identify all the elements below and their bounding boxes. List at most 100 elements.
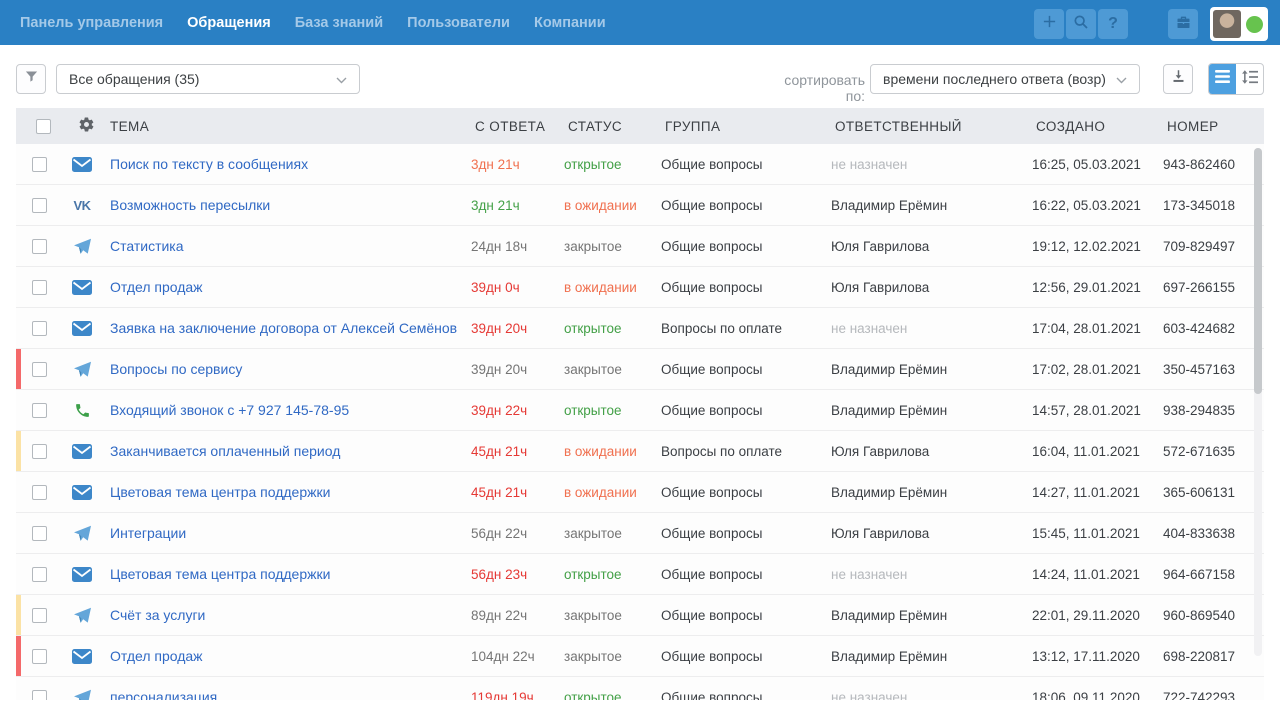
list-view-button[interactable]: [1209, 64, 1236, 94]
row-checkbox[interactable]: [32, 239, 47, 254]
ticket-topic-link[interactable]: Счёт за услуги: [110, 607, 205, 623]
table-row[interactable]: Заканчивается оплаченный период 45дн 21ч…: [16, 431, 1264, 472]
scrollbar-thumb[interactable]: [1254, 148, 1262, 394]
header-since-reply[interactable]: С ОТВЕТА: [467, 119, 560, 134]
header-created[interactable]: СОЗДАНО: [1028, 119, 1159, 134]
table-row[interactable]: Заявка на заключение договора от Алексей…: [16, 308, 1264, 349]
row-checkbox[interactable]: [32, 198, 47, 213]
header-topic[interactable]: ТЕМА: [102, 119, 467, 134]
row-checkbox[interactable]: [32, 362, 47, 377]
row-checkbox[interactable]: [32, 608, 47, 623]
sort-select-value: времени последнего ответа (возр): [883, 71, 1106, 87]
header-group[interactable]: ГРУППА: [657, 119, 827, 134]
ticket-topic-link[interactable]: Вопросы по сервису: [110, 361, 242, 377]
row-checkbox[interactable]: [32, 526, 47, 541]
search-icon: [1073, 14, 1089, 35]
user-menu[interactable]: [1210, 7, 1268, 41]
phone-icon: [74, 402, 91, 419]
workspace-button[interactable]: [1168, 9, 1198, 39]
since-reply-value: 56дн 23ч: [467, 567, 560, 582]
table-row[interactable]: Интеграции 56дн 22ч закрытое Общие вопро…: [16, 513, 1264, 554]
responsible-value: Владимир Ерёмин: [827, 362, 1028, 377]
priority-stripe: [16, 267, 21, 307]
row-checkbox[interactable]: [32, 157, 47, 172]
help-button[interactable]: ?: [1098, 9, 1128, 39]
nav-item-0[interactable]: Панель управления: [20, 15, 163, 31]
table-row[interactable]: Статистика 24дн 18ч закрытое Общие вопро…: [16, 226, 1264, 267]
priority-stripe: [16, 185, 21, 225]
nav-item-4[interactable]: Компании: [534, 15, 606, 31]
responsible-value: Юля Гаврилова: [827, 444, 1028, 459]
ticket-topic-link[interactable]: Отдел продаж: [110, 279, 203, 295]
ticket-topic-link[interactable]: Цветовая тема центра поддержки: [110, 484, 330, 500]
ticket-number: 404-833638: [1159, 526, 1264, 541]
nav-item-3[interactable]: Пользователи: [407, 15, 510, 31]
row-checkbox[interactable]: [32, 403, 47, 418]
ticket-topic-link[interactable]: Поиск по тексту в сообщениях: [110, 156, 308, 172]
header-status[interactable]: СТАТУС: [560, 119, 657, 134]
ticket-filter-select[interactable]: Все обращения (35): [56, 64, 360, 94]
chevron-down-icon: [336, 71, 347, 87]
row-checkbox[interactable]: [32, 567, 47, 582]
table-row[interactable]: Счёт за услуги 89дн 22ч закрытое Общие в…: [16, 595, 1264, 636]
header-number[interactable]: НОМЕР: [1159, 119, 1264, 134]
density-view-button[interactable]: [1236, 64, 1263, 94]
top-nav: Панель управления Обращения База знаний …: [0, 0, 1280, 45]
table-row[interactable]: Отдел продаж 104дн 22ч закрытое Общие во…: [16, 636, 1264, 677]
ticket-topic-link[interactable]: Заявка на заключение договора от Алексей…: [110, 320, 457, 336]
status-value: в ожидании: [560, 485, 657, 500]
table-row[interactable]: Цветовая тема центра поддержки 45дн 21ч …: [16, 472, 1264, 513]
toolbar: Все обращения (35) сортировать по: време…: [0, 45, 1280, 108]
export-button[interactable]: [1163, 64, 1193, 94]
priority-stripe: [16, 595, 21, 635]
row-checkbox[interactable]: [32, 649, 47, 664]
nav-items: Панель управления Обращения База знаний …: [0, 15, 606, 31]
table-row[interactable]: Входящий звонок с +7 927 145-78-95 39дн …: [16, 390, 1264, 431]
row-checkbox[interactable]: [32, 690, 47, 701]
table-row[interactable]: Цветовая тема центра поддержки 56дн 23ч …: [16, 554, 1264, 595]
responsible-value: не назначен: [827, 157, 1028, 172]
ticket-number: 722-742293: [1159, 690, 1264, 701]
table-row[interactable]: Поиск по тексту в сообщениях 3дн 21ч отк…: [16, 144, 1264, 185]
table-row[interactable]: VK Возможность пересылки 3дн 21ч в ожида…: [16, 185, 1264, 226]
ticket-topic-link[interactable]: персонализация: [110, 689, 217, 700]
filter-button[interactable]: [16, 64, 46, 94]
created-value: 13:12, 17.11.2020: [1028, 649, 1159, 664]
tickets-table: ТЕМА С ОТВЕТА СТАТУС ГРУППА ОТВЕТСТВЕННЫ…: [16, 108, 1264, 700]
ticket-topic-link[interactable]: Возможность пересылки: [110, 197, 270, 213]
nav-item-2[interactable]: База знаний: [295, 15, 383, 31]
table-row[interactable]: Отдел продаж 39дн 0ч в ожидании Общие во…: [16, 267, 1264, 308]
ticket-topic-link[interactable]: Заканчивается оплаченный период: [110, 443, 340, 459]
responsible-value: Владимир Ерёмин: [827, 198, 1028, 213]
row-checkbox[interactable]: [32, 280, 47, 295]
sort-select[interactable]: времени последнего ответа (возр): [870, 64, 1140, 94]
responsible-value: не назначен: [827, 567, 1028, 582]
gear-icon[interactable]: [78, 116, 95, 136]
table-row[interactable]: персонализация 119дн 19ч открытое Общие …: [16, 677, 1264, 700]
group-value: Общие вопросы: [657, 526, 827, 541]
header-responsible[interactable]: ОТВЕТСТВЕННЫЙ: [827, 119, 1028, 134]
created-value: 18:06, 09.11.2020: [1028, 690, 1159, 701]
priority-stripe: [16, 636, 21, 676]
created-value: 17:02, 28.01.2021: [1028, 362, 1159, 377]
created-value: 16:04, 11.01.2021: [1028, 444, 1159, 459]
row-checkbox[interactable]: [32, 444, 47, 459]
ticket-topic-link[interactable]: Цветовая тема центра поддержки: [110, 566, 330, 582]
download-icon: [1171, 69, 1186, 89]
search-button[interactable]: [1066, 9, 1096, 39]
select-all-checkbox[interactable]: [36, 119, 51, 134]
add-button[interactable]: [1034, 9, 1064, 39]
row-checkbox[interactable]: [32, 321, 47, 336]
since-reply-value: 39дн 20ч: [467, 362, 560, 377]
status-value: закрытое: [560, 362, 657, 377]
ticket-topic-link[interactable]: Статистика: [110, 238, 184, 254]
table-row[interactable]: Вопросы по сервису 39дн 20ч закрытое Общ…: [16, 349, 1264, 390]
created-value: 14:24, 11.01.2021: [1028, 567, 1159, 582]
ticket-topic-link[interactable]: Отдел продаж: [110, 648, 203, 664]
priority-stripe: [16, 513, 21, 553]
row-checkbox[interactable]: [32, 485, 47, 500]
ticket-topic-link[interactable]: Входящий звонок с +7 927 145-78-95: [110, 402, 349, 418]
ticket-topic-link[interactable]: Интеграции: [110, 525, 186, 541]
view-toggle: [1208, 63, 1264, 95]
nav-item-1[interactable]: Обращения: [187, 15, 271, 31]
